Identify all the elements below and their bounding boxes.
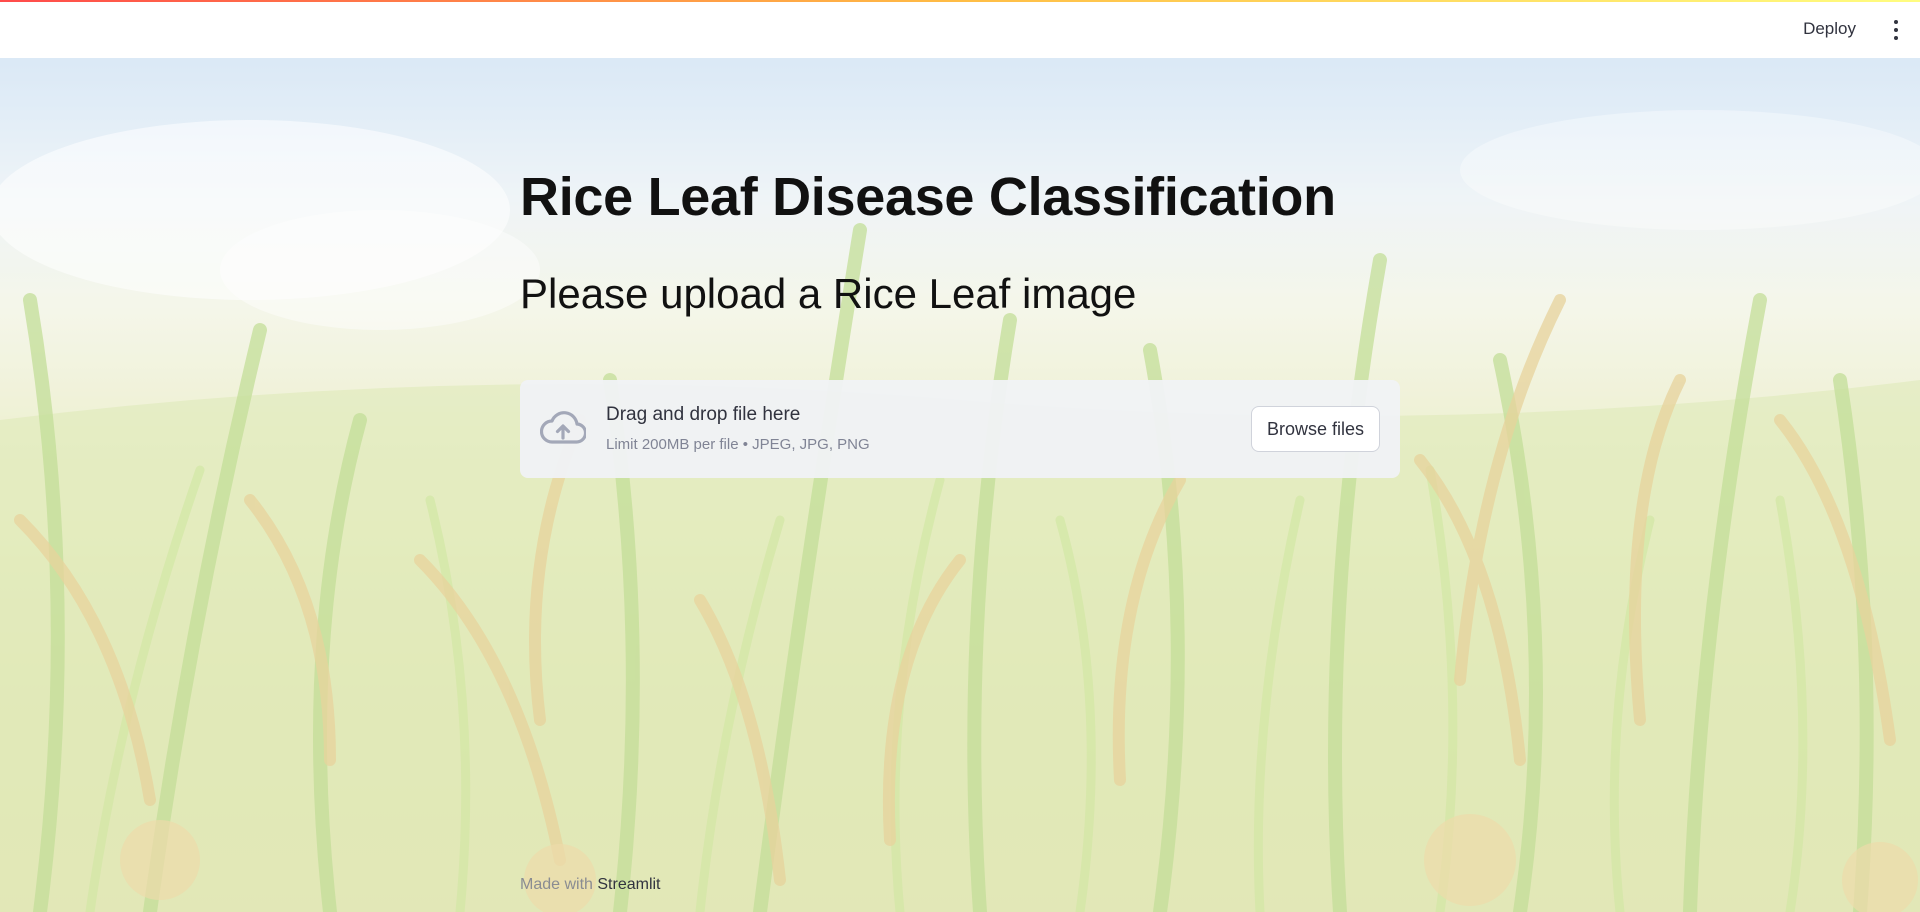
- cloud-upload-icon: [540, 411, 586, 444]
- dropzone-limit-text: Limit 200MB per file • JPEG, JPG, PNG: [606, 436, 870, 453]
- menu-dot: [1894, 28, 1898, 32]
- deploy-button[interactable]: Deploy: [1799, 17, 1860, 41]
- footer: Made with Streamlit: [520, 876, 661, 894]
- streamlit-link[interactable]: Streamlit: [597, 876, 660, 893]
- app-header: Deploy: [0, 0, 1920, 58]
- footer-made-with: Made with: [520, 876, 598, 893]
- page-subtitle: Please upload a Rice Leaf image: [520, 270, 1137, 317]
- page-title: Rice Leaf Disease Classification: [520, 167, 1336, 227]
- browse-files-button[interactable]: Browse files: [1250, 406, 1380, 452]
- file-uploader-dropzone[interactable]: Drag and drop file here Limit 200MB per …: [520, 380, 1400, 478]
- menu-dot: [1894, 20, 1898, 24]
- top-decoration-bar: [0, 0, 1920, 2]
- dropzone-label: Drag and drop file here: [606, 404, 801, 425]
- kebab-menu-icon[interactable]: [1890, 20, 1902, 40]
- menu-dot: [1894, 36, 1898, 40]
